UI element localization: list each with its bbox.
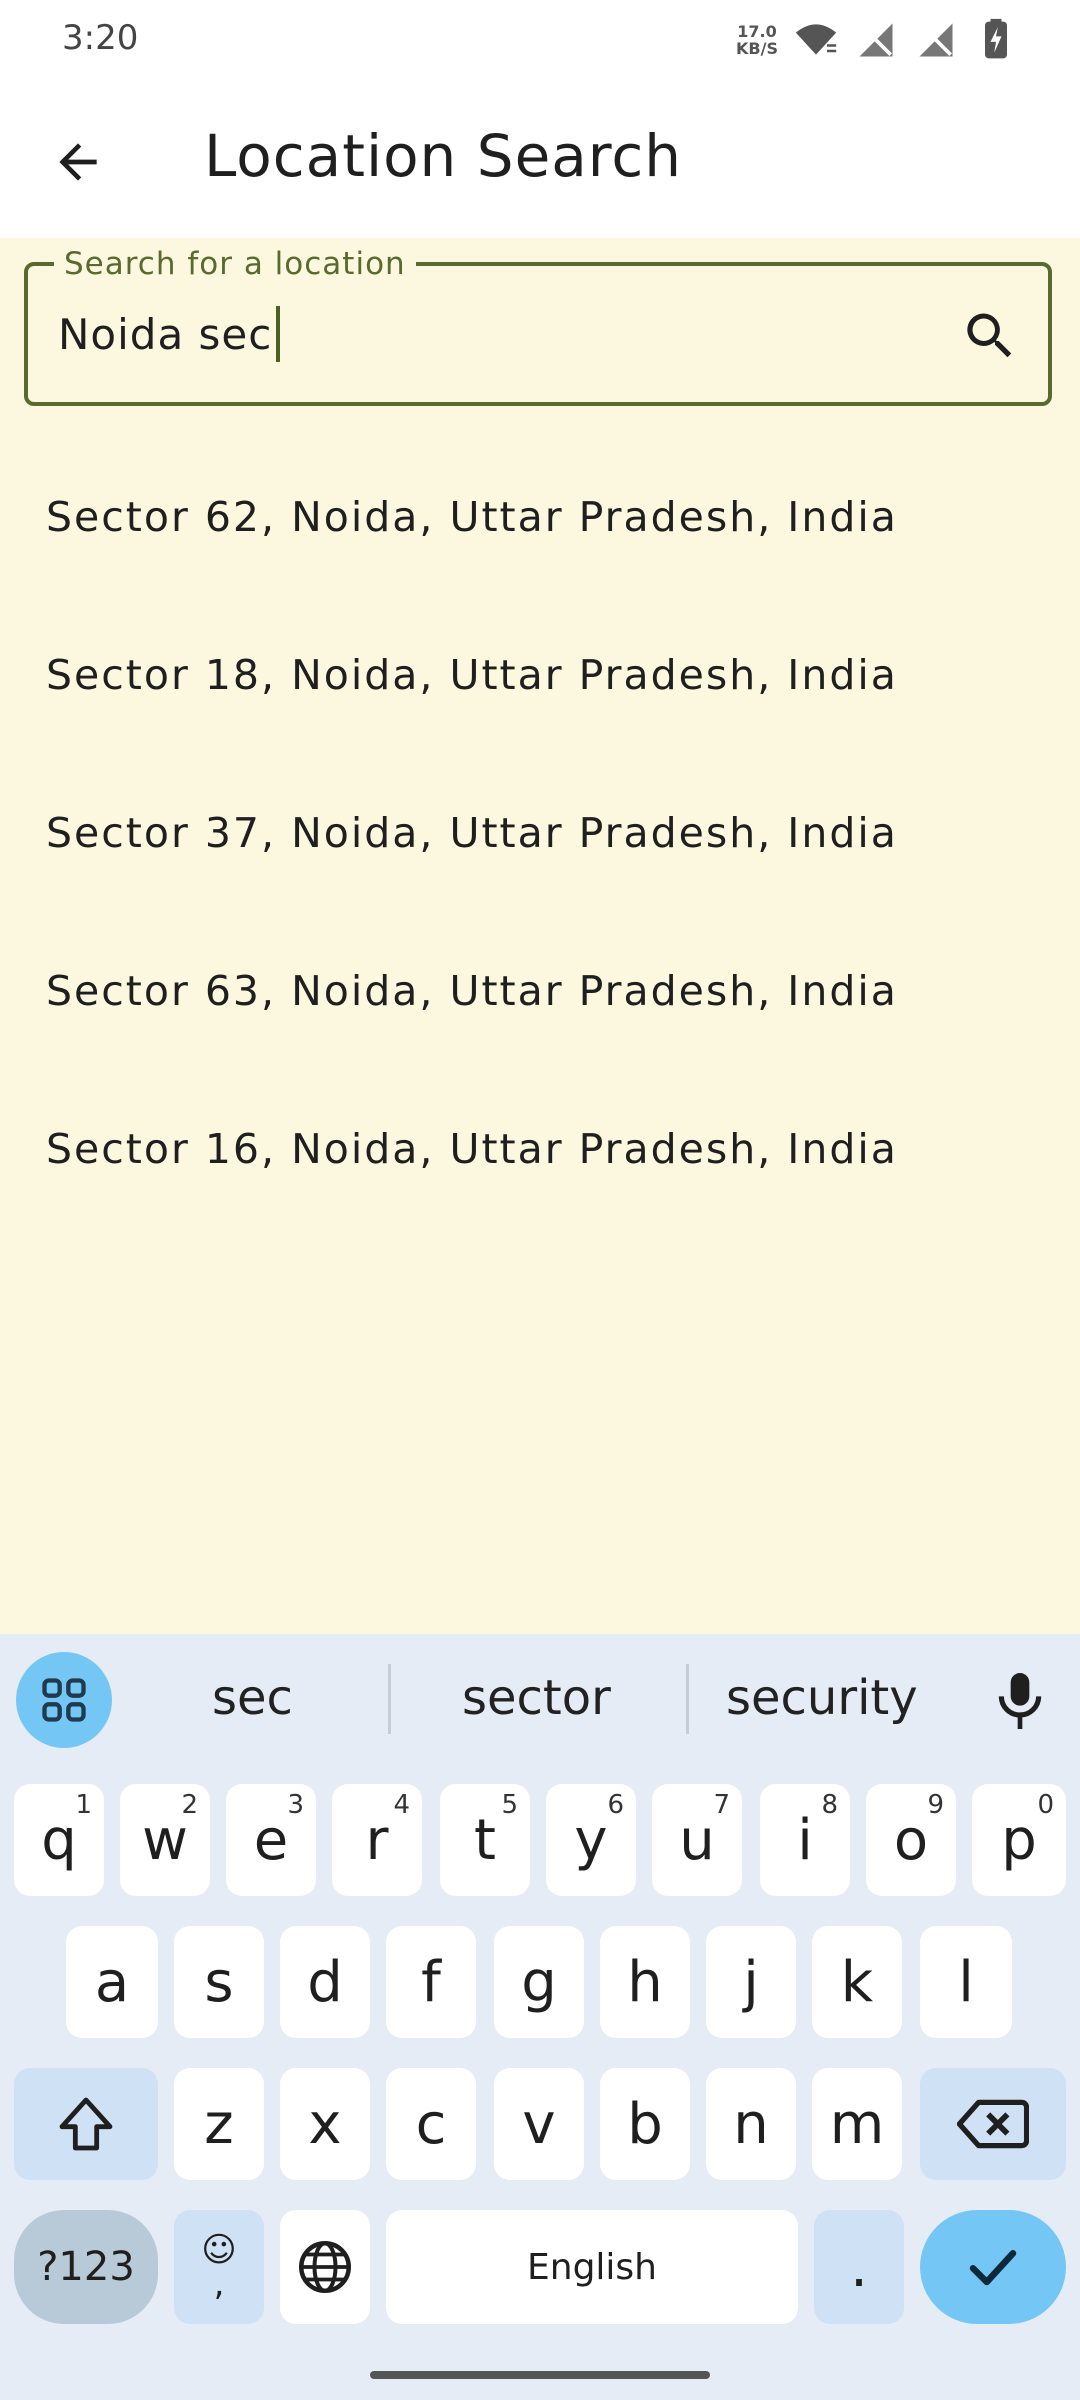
search-result-item[interactable]: Sector 16, Noida, Uttar Pradesh, India xyxy=(0,1070,1080,1228)
globe-icon xyxy=(299,2241,351,2293)
app-bar: Location Search xyxy=(0,80,1080,238)
status-bar: 3:20 17.0 KB/S xyxy=(0,0,1080,80)
key-h[interactable]: h xyxy=(600,1926,690,2038)
search-result-item[interactable]: Sector 63, Noida, Uttar Pradesh, India xyxy=(0,912,1080,1070)
key-w[interactable]: w2 xyxy=(120,1784,210,1896)
key-y-alt: 6 xyxy=(607,1790,624,1820)
emoji-comma-key[interactable]: ☺ , xyxy=(174,2210,264,2324)
suggestion-3[interactable]: security xyxy=(726,1670,918,1726)
key-x[interactable]: x xyxy=(280,2068,370,2180)
backspace-key[interactable] xyxy=(920,2068,1066,2180)
key-b[interactable]: b xyxy=(600,2068,690,2180)
search-input-value: Noida sec xyxy=(58,309,273,359)
emoji-icon: ☺ xyxy=(201,2230,237,2270)
key-i-label: i xyxy=(797,1807,813,1873)
search-input[interactable]: Noida sec xyxy=(58,306,281,362)
arrow-back-icon xyxy=(59,143,97,181)
key-f[interactable]: f xyxy=(386,1926,476,2038)
search-field-label: Search for a location xyxy=(54,246,416,282)
key-r[interactable]: r4 xyxy=(332,1784,422,1896)
key-a[interactable]: a xyxy=(66,1926,158,2038)
key-q-alt: 1 xyxy=(75,1790,92,1820)
search-field[interactable]: Search for a location Noida sec xyxy=(24,246,1052,406)
text-cursor xyxy=(276,306,281,362)
keyboard-apps-button[interactable] xyxy=(16,1652,112,1748)
suggestion-divider xyxy=(388,1664,391,1734)
key-o-alt: 9 xyxy=(927,1790,944,1820)
key-t[interactable]: t5 xyxy=(440,1784,530,1896)
search-result-item[interactable]: Sector 37, Noida, Uttar Pradesh, India xyxy=(0,754,1080,912)
backspace-icon xyxy=(957,2099,1029,2149)
key-g[interactable]: g xyxy=(494,1926,584,2038)
key-l[interactable]: l xyxy=(920,1926,1012,2038)
status-icons: 17.0 KB/S xyxy=(736,18,1018,62)
key-v[interactable]: v xyxy=(494,2068,584,2180)
key-j[interactable]: j xyxy=(706,1926,796,2038)
key-s[interactable]: s xyxy=(174,1926,264,2038)
language-key[interactable] xyxy=(280,2210,370,2324)
key-o-label: o xyxy=(893,1807,929,1873)
key-o[interactable]: o9 xyxy=(866,1784,956,1896)
soft-keyboard: sec sector security q1 w2 e3 r4 t5 y6 u7… xyxy=(0,1634,1080,2400)
microphone-icon[interactable] xyxy=(992,1668,1048,1734)
home-indicator[interactable] xyxy=(370,2371,710,2379)
key-p[interactable]: p0 xyxy=(972,1784,1066,1896)
wifi-icon xyxy=(795,24,837,55)
key-k[interactable]: k xyxy=(812,1926,902,2038)
space-key[interactable]: English xyxy=(386,2210,798,2324)
suggestion-1[interactable]: sec xyxy=(212,1670,293,1726)
shift-icon xyxy=(59,2097,113,2151)
status-time: 3:20 xyxy=(62,18,139,58)
search-result-item[interactable]: Sector 18, Noida, Uttar Pradesh, India xyxy=(0,596,1080,754)
key-m[interactable]: m xyxy=(812,2068,902,2180)
page-title: Location Search xyxy=(204,122,683,190)
key-u-alt: 7 xyxy=(713,1790,730,1820)
network-speed-unit: KB/S xyxy=(736,39,778,58)
key-p-alt: 0 xyxy=(1037,1790,1054,1820)
search-result-item[interactable]: Sector 62, Noida, Uttar Pradesh, India xyxy=(0,438,1080,596)
key-c[interactable]: c xyxy=(386,2068,476,2180)
enter-key[interactable] xyxy=(920,2210,1066,2324)
key-w-alt: 2 xyxy=(181,1790,198,1820)
comma-label: , xyxy=(213,2264,225,2304)
grid-icon xyxy=(42,1678,86,1722)
key-z[interactable]: z xyxy=(174,2068,264,2180)
checkmark-icon xyxy=(969,2250,1017,2286)
key-r-label: r xyxy=(365,1807,389,1873)
period-key[interactable]: . xyxy=(814,2210,904,2324)
key-u-label: u xyxy=(679,1807,715,1873)
key-i[interactable]: i8 xyxy=(760,1784,850,1896)
key-t-alt: 5 xyxy=(501,1790,518,1820)
symbols-key[interactable]: ?123 xyxy=(14,2210,158,2324)
key-e[interactable]: e3 xyxy=(226,1784,316,1896)
back-button[interactable] xyxy=(40,124,116,200)
key-y-label: y xyxy=(574,1807,608,1873)
search-icon[interactable] xyxy=(960,306,1020,366)
key-t-label: t xyxy=(474,1807,496,1873)
key-e-alt: 3 xyxy=(287,1790,304,1820)
key-q[interactable]: q1 xyxy=(14,1784,104,1896)
suggestion-strip: sec sector security xyxy=(0,1634,1080,1768)
key-n[interactable]: n xyxy=(706,2068,796,2180)
battery-charging-icon xyxy=(985,18,1007,59)
key-e-label: e xyxy=(253,1807,289,1873)
content-area: Search for a location Noida sec Sector 6… xyxy=(0,238,1080,1634)
key-u[interactable]: u7 xyxy=(652,1784,742,1896)
key-d[interactable]: d xyxy=(280,1926,370,2038)
signal-off-icon xyxy=(859,23,893,57)
network-speed-value: 17.0 xyxy=(737,22,777,41)
network-speed: 17.0 KB/S xyxy=(736,23,778,57)
key-r-alt: 4 xyxy=(393,1790,410,1820)
shift-key[interactable] xyxy=(14,2068,158,2180)
key-p-label: p xyxy=(1001,1807,1037,1873)
key-i-alt: 8 xyxy=(821,1790,838,1820)
key-q-label: q xyxy=(41,1807,77,1873)
suggestion-divider xyxy=(686,1664,689,1734)
key-y[interactable]: y6 xyxy=(546,1784,636,1896)
suggestion-2[interactable]: sector xyxy=(462,1670,611,1726)
search-results-list: Sector 62, Noida, Uttar Pradesh, India S… xyxy=(0,438,1080,1228)
signal-off-icon xyxy=(919,23,953,57)
